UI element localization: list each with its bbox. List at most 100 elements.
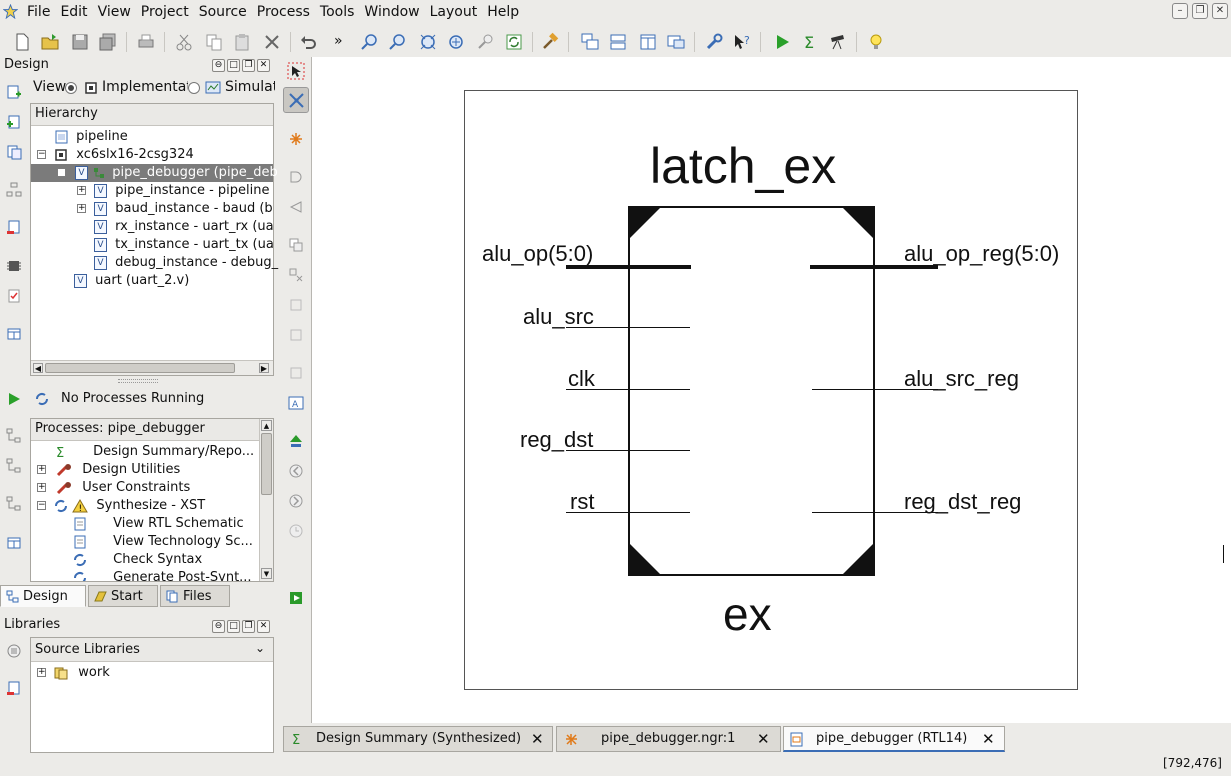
- tab-design[interactable]: Design: [0, 585, 86, 607]
- source-libraries-dropdown[interactable]: Source Libraries ⌄: [31, 638, 273, 662]
- backward-gate-icon[interactable]: [288, 199, 304, 215]
- paste-icon[interactable]: [232, 32, 252, 52]
- menu-source[interactable]: Source: [194, 4, 252, 20]
- zoom-selection-icon[interactable]: [446, 32, 466, 52]
- process-design-summary[interactable]: Σ Design Summary/Repo...: [55, 443, 254, 461]
- open-folder-icon[interactable]: [40, 32, 60, 52]
- tree-item-pipe-instance[interactable]: + V pipe_instance - pipeline: [77, 182, 270, 200]
- process-view-rtl-schematic[interactable]: View RTL Schematic: [73, 515, 244, 533]
- schematic-canvas[interactable]: latch_ex alu_op(5:0) alu_src clk reg_dst…: [311, 57, 1231, 723]
- lightbulb-icon[interactable]: [866, 32, 886, 52]
- scroll-left-icon[interactable]: ◀: [33, 363, 43, 373]
- add-copy-source-icon[interactable]: [6, 144, 22, 160]
- hierarchy-hscrollbar[interactable]: ◀ ▶: [31, 360, 273, 375]
- copy-icon[interactable]: [204, 32, 224, 52]
- tree-item-device[interactable]: − xc6slx16-2csg324: [37, 146, 194, 164]
- new-source-icon[interactable]: [6, 114, 22, 130]
- tree-item-tx-instance[interactable]: V tx_instance - uart_tx (ua: [94, 236, 274, 254]
- tree-item-pipeline[interactable]: pipeline: [55, 128, 128, 146]
- forward-icon[interactable]: [288, 493, 304, 509]
- push-up-icon[interactable]: [288, 433, 304, 449]
- process-check-syntax[interactable]: Check Syntax: [73, 551, 202, 569]
- delete-icon[interactable]: [262, 32, 282, 52]
- tab-ngr[interactable]: pipe_debugger.ngr:1 ✕: [556, 726, 781, 752]
- new-file-icon[interactable]: [12, 32, 32, 52]
- collapse-icon[interactable]: −: [37, 501, 46, 510]
- expand-icon[interactable]: +: [37, 465, 46, 474]
- text-label-icon[interactable]: A: [288, 395, 304, 411]
- restore-panel-icon[interactable]: ❐: [242, 620, 255, 633]
- undo-icon[interactable]: [298, 32, 318, 52]
- scroll-right-icon[interactable]: ▶: [259, 363, 269, 373]
- export-icon[interactable]: [288, 590, 304, 606]
- tab-start[interactable]: Start: [88, 585, 158, 607]
- wire-tool-button[interactable]: [283, 87, 309, 113]
- print-icon[interactable]: [136, 32, 156, 52]
- menu-layout[interactable]: Layout: [425, 4, 483, 20]
- help-pointer-icon[interactable]: ?: [732, 32, 752, 52]
- menu-view[interactable]: View: [93, 4, 136, 20]
- tree-item-debug-instance[interactable]: V debug_instance - debug_: [94, 254, 278, 272]
- panel-layout-icon-2[interactable]: [6, 535, 22, 551]
- tree-item-uart[interactable]: V uart (uart_2.v): [74, 272, 189, 290]
- run-icon[interactable]: [772, 32, 792, 52]
- close-icon[interactable]: ✕: [1212, 3, 1228, 19]
- select-pointer-icon[interactable]: [287, 62, 305, 80]
- menu-file[interactable]: File: [22, 4, 55, 20]
- tree-item-pipe-debugger[interactable]: − V pipe_debugger (pipe_deb: [31, 164, 278, 182]
- forward-gate-icon[interactable]: [288, 169, 304, 185]
- menu-edit[interactable]: Edit: [55, 4, 92, 20]
- window-icon[interactable]: [666, 32, 686, 52]
- tab-files[interactable]: Files: [160, 585, 230, 607]
- splitter-handle[interactable]: [118, 379, 158, 383]
- tile-vertical-icon[interactable]: [638, 32, 658, 52]
- zoom-out-icon[interactable]: [388, 32, 408, 52]
- add-source-icon[interactable]: [6, 84, 22, 100]
- tab-rtl14[interactable]: pipe_debugger (RTL14) ✕: [783, 726, 1005, 752]
- close-panel-icon[interactable]: ✕: [257, 59, 270, 72]
- history-icon[interactable]: [288, 523, 304, 539]
- save-all-icon[interactable]: [98, 32, 118, 52]
- hscroll-thumb[interactable]: [45, 363, 235, 373]
- menu-tools[interactable]: Tools: [315, 4, 360, 20]
- run-process-icon[interactable]: [6, 391, 22, 407]
- process-generate-post-synthesis[interactable]: Generate Post-Synt...: [73, 569, 252, 581]
- cut-icon[interactable]: [174, 32, 194, 52]
- maximize-icon[interactable]: □: [227, 59, 240, 72]
- expand-icon[interactable]: +: [77, 204, 86, 213]
- vscroll-thumb[interactable]: [261, 433, 272, 495]
- window-copy-icon[interactable]: [288, 237, 304, 253]
- back-icon[interactable]: [288, 463, 304, 479]
- collapse-icon[interactable]: −: [57, 168, 66, 177]
- panel-layout-icon[interactable]: [6, 326, 22, 342]
- expand-icon[interactable]: +: [77, 186, 86, 195]
- close-tab-icon[interactable]: ✕: [531, 727, 544, 751]
- scroll-up-icon[interactable]: ▲: [261, 420, 272, 431]
- chip-icon[interactable]: [6, 258, 22, 274]
- expand-icon[interactable]: +: [37, 483, 46, 492]
- refresh-icon[interactable]: [504, 32, 524, 52]
- close-tab-icon[interactable]: ✕: [982, 727, 995, 751]
- float-icon[interactable]: ⊖: [212, 620, 225, 633]
- collapse-icon[interactable]: −: [37, 150, 46, 159]
- close-tab-icon[interactable]: ✕: [757, 727, 770, 751]
- save-icon[interactable]: [70, 32, 90, 52]
- zoom-in-icon[interactable]: [360, 32, 380, 52]
- expand-icon[interactable]: +: [37, 668, 46, 677]
- gate-icon-1[interactable]: [288, 297, 304, 313]
- toolbar-overflow-icon[interactable]: »: [334, 33, 343, 49]
- minimize-icon[interactable]: –: [1172, 3, 1188, 19]
- processes-vscrollbar[interactable]: ▲ ▼: [259, 419, 273, 581]
- properties-wrench-icon[interactable]: [704, 32, 724, 52]
- zoom-full-icon[interactable]: [418, 32, 438, 52]
- gate-icon-2[interactable]: [288, 327, 304, 343]
- tab-design-summary[interactable]: Σ Design Summary (Synthesized) ✕: [283, 726, 553, 752]
- process-tree-icon-3[interactable]: [6, 496, 22, 512]
- menu-window[interactable]: Window: [359, 4, 424, 20]
- process-tree-icon-2[interactable]: [6, 458, 22, 474]
- restore-panel-icon[interactable]: ❐: [242, 59, 255, 72]
- module-block[interactable]: [628, 206, 875, 576]
- process-design-utilities[interactable]: + Design Utilities: [37, 461, 180, 479]
- cascade-windows-icon[interactable]: [580, 32, 600, 52]
- tile-horizontal-icon[interactable]: [608, 32, 628, 52]
